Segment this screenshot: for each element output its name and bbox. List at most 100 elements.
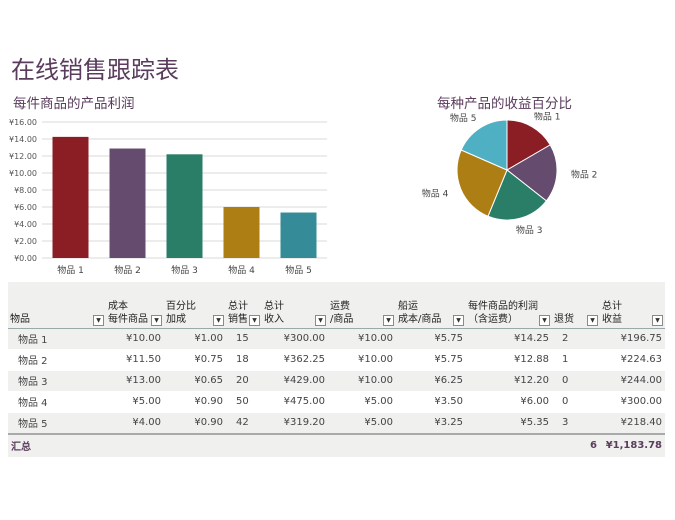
filter-dropdown-icon[interactable]: ▼ bbox=[213, 314, 224, 326]
table-cell: ¥3.50 bbox=[396, 390, 466, 413]
filter-dropdown-icon[interactable]: ▼ bbox=[539, 314, 550, 326]
table-cell: ¥224.63 bbox=[600, 348, 665, 371]
table-cell: ¥6.00 bbox=[466, 390, 552, 413]
table-row: 物品 4 ¥5.00 ¥0.90 50 ¥475.00 ¥5.00 ¥3.50 ¥6.00 0 ¥… bbox=[8, 390, 665, 413]
column-header-top: 每件商品的利润 bbox=[468, 300, 538, 312]
filter-dropdown-icon[interactable]: ▼ bbox=[453, 314, 464, 326]
table-cell: 42 bbox=[226, 411, 262, 434]
table-cell: ¥0.90 bbox=[164, 390, 226, 413]
table-row: 物品 5 ¥4.00 ¥0.90 42 ¥319.20 ¥5.00 ¥3.25 ¥5.35 3 ¥… bbox=[8, 411, 665, 434]
column-header-top bbox=[10, 300, 104, 313]
table-cell: ¥5.35 bbox=[466, 411, 552, 434]
column-header: 成本 每件商品 ▼ bbox=[106, 282, 164, 329]
table-cell: ¥1.00 bbox=[164, 327, 226, 350]
column-header-top: 船运 bbox=[398, 300, 418, 312]
column-header-top: 总计 bbox=[228, 300, 248, 312]
pie-label: 物品 1 bbox=[534, 112, 561, 122]
table-row: 物品 2 ¥11.50 ¥0.75 18 ¥362.25 ¥10.00 ¥5.75 ¥12.8… bbox=[8, 348, 665, 371]
table-cell: 15 bbox=[226, 327, 262, 350]
bar-chart-title: 每件商品的产品利润 bbox=[13, 96, 135, 112]
column-header: 船运 成本/商品 ▼ bbox=[396, 282, 466, 329]
column-header-top: 总计 bbox=[602, 300, 622, 312]
table-cell: ¥6.25 bbox=[396, 369, 466, 392]
table-cell: ¥0.65 bbox=[164, 369, 226, 392]
table-cell: ¥12.88 bbox=[466, 348, 552, 371]
sales-table: 物品 ▼ 成本 每件商品 ▼ 百分比 加成 ▼ 总计 销售 ▼ 总计 收入 ▼ 运费/商品 ▼ 船运 成本/商品 ▼… bbox=[8, 282, 665, 457]
x-tick-label: 物品 1 bbox=[57, 264, 84, 276]
total-revenue: ¥1,183.78 bbox=[600, 432, 665, 457]
bar bbox=[52, 136, 89, 258]
table-cell: 20 bbox=[226, 369, 262, 392]
column-header: 物品 ▼ bbox=[8, 282, 106, 329]
x-tick-label: 物品 4 bbox=[228, 264, 255, 276]
table-cell: ¥300.00 bbox=[262, 327, 328, 350]
table-row: 物品 1 ¥10.00 ¥1.00 15 ¥300.00 ¥10.00 ¥5.75 ¥14.2… bbox=[8, 327, 665, 350]
table-cell: ¥429.00 bbox=[262, 369, 328, 392]
table-cell: ¥13.00 bbox=[106, 369, 164, 392]
table-cell: 50 bbox=[226, 390, 262, 413]
bar bbox=[166, 154, 203, 258]
column-header: 百分比 加成 ▼ bbox=[164, 282, 226, 329]
filter-dropdown-icon[interactable]: ▼ bbox=[93, 314, 104, 326]
table-cell: 2 bbox=[552, 327, 600, 350]
column-header: 运费/商品 ▼ bbox=[328, 282, 396, 329]
bar bbox=[280, 212, 317, 258]
table-cell: ¥10.00 bbox=[328, 369, 396, 392]
filter-dropdown-icon[interactable]: ▼ bbox=[383, 314, 394, 326]
y-tick-label: ¥12.00 bbox=[9, 152, 37, 161]
bar bbox=[109, 148, 146, 258]
table-cell: ¥0.90 bbox=[164, 411, 226, 434]
y-tick-label: ¥14.00 bbox=[9, 135, 37, 144]
column-header: 退货 ▼ bbox=[552, 282, 600, 329]
y-tick-label: ¥6.00 bbox=[14, 203, 37, 212]
column-header-top: 百分比 bbox=[166, 300, 196, 312]
table-cell: ¥10.00 bbox=[328, 327, 396, 350]
pie-label: 物品 2 bbox=[571, 168, 598, 180]
table-cell: 物品 1 bbox=[8, 327, 106, 350]
table-cell: ¥300.00 bbox=[600, 390, 665, 413]
total-row: 汇总 6 ¥1,183.78 bbox=[8, 432, 665, 457]
filter-dropdown-icon[interactable]: ▼ bbox=[151, 314, 162, 326]
table-cell: ¥5.00 bbox=[328, 411, 396, 434]
y-tick-label: ¥0.00 bbox=[14, 254, 37, 263]
table-cell: 物品 5 bbox=[8, 411, 106, 434]
filter-dropdown-icon[interactable]: ▼ bbox=[249, 314, 260, 326]
y-tick-label: ¥8.00 bbox=[14, 186, 37, 195]
table-cell: ¥10.00 bbox=[106, 327, 164, 350]
table-cell: 0 bbox=[552, 369, 600, 392]
y-tick-label: ¥10.00 bbox=[9, 169, 37, 178]
filter-dropdown-icon[interactable]: ▼ bbox=[652, 314, 663, 326]
pie-label: 物品 4 bbox=[422, 187, 449, 199]
filter-dropdown-icon[interactable]: ▼ bbox=[587, 314, 598, 326]
table-cell: 1 bbox=[552, 348, 600, 371]
table-cell: ¥362.25 bbox=[262, 348, 328, 371]
table-cell: 18 bbox=[226, 348, 262, 371]
y-tick-label: ¥4.00 bbox=[14, 220, 37, 229]
table-cell: 0 bbox=[552, 390, 600, 413]
total-label: 汇总 bbox=[8, 432, 106, 457]
column-header-top: 成本 bbox=[108, 300, 128, 312]
table-cell: ¥5.00 bbox=[106, 390, 164, 413]
table-cell: ¥0.75 bbox=[164, 348, 226, 371]
table-cell: ¥3.25 bbox=[396, 411, 466, 434]
table-cell: ¥14.25 bbox=[466, 327, 552, 350]
table-cell: ¥5.00 bbox=[328, 390, 396, 413]
table-cell: 3 bbox=[552, 411, 600, 434]
table-cell: ¥218.40 bbox=[600, 411, 665, 434]
table-cell: ¥12.20 bbox=[466, 369, 552, 392]
column-header-top: 运费 bbox=[330, 300, 350, 312]
table-cell: 物品 2 bbox=[8, 348, 106, 371]
table-cell: ¥319.20 bbox=[262, 411, 328, 434]
table-cell: ¥10.00 bbox=[328, 348, 396, 371]
filter-dropdown-icon[interactable]: ▼ bbox=[315, 314, 326, 326]
total-returns: 6 bbox=[552, 432, 600, 457]
table-row: 物品 3 ¥13.00 ¥0.65 20 ¥429.00 ¥10.00 ¥6.25 ¥12.2… bbox=[8, 369, 665, 392]
x-tick-label: 物品 5 bbox=[285, 264, 312, 276]
x-tick-label: 物品 2 bbox=[114, 264, 141, 276]
column-header-bottom: 物品 bbox=[10, 313, 30, 325]
page-title: 在线销售跟踪表 bbox=[11, 56, 179, 84]
column-header: 总计 收入 ▼ bbox=[262, 282, 328, 329]
table-cell: 物品 4 bbox=[8, 390, 106, 413]
column-header-top bbox=[554, 300, 598, 313]
pie-label: 物品 5 bbox=[450, 112, 477, 124]
